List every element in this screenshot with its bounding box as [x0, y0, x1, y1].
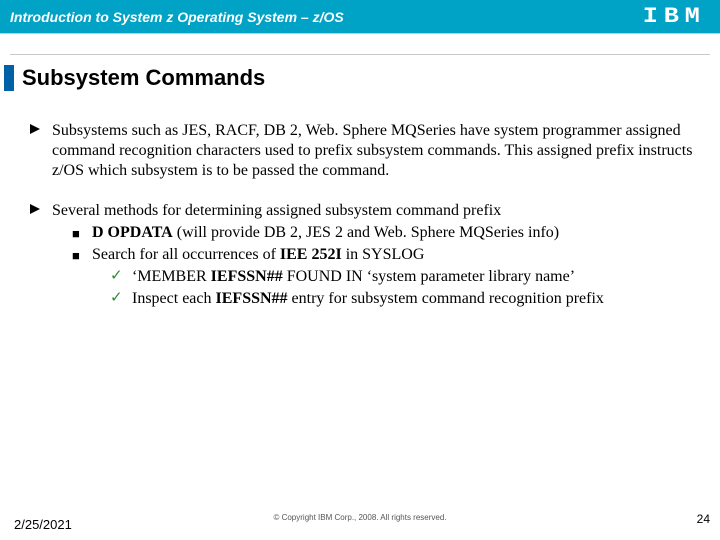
- title-accent: [4, 65, 14, 91]
- bullet-2-2: ■ Search for all occurrences of IEE 252I…: [72, 245, 700, 265]
- check-icon: ✓: [110, 289, 132, 309]
- bullet-2: Several methods for determining assigned…: [30, 201, 700, 221]
- check-icon: ✓: [110, 267, 132, 287]
- header-title: Introduction to System z Operating Syste…: [10, 9, 344, 25]
- ibm-logo-text: IBM: [643, 6, 706, 28]
- b3b-bold: IEFSSN##: [216, 290, 288, 307]
- bullet-2-2-2-text: Inspect each IEFSSN## entry for subsyste…: [132, 289, 700, 309]
- bullet-2-2-2: ✓ Inspect each IEFSSN## entry for subsys…: [110, 289, 700, 309]
- bullet-1: Subsystems such as JES, RACF, DB 2, Web.…: [30, 121, 700, 181]
- bullet-2-1-text: D OPDATA (will provide DB 2, JES 2 and W…: [92, 223, 700, 243]
- bullet-1-text: Subsystems such as JES, RACF, DB 2, Web.…: [52, 121, 700, 181]
- slide: Introduction to System z Operating Syste…: [0, 0, 720, 540]
- bullet-2-1-rest: (will provide DB 2, JES 2 and Web. Spher…: [173, 224, 559, 241]
- divider: [10, 54, 710, 55]
- content: Subsystems such as JES, RACF, DB 2, Web.…: [0, 91, 720, 309]
- b3a-bold: IEFSSN##: [211, 268, 283, 285]
- b3b-post: entry for subsystem command recognition …: [288, 290, 604, 307]
- bullet-2-text: Several methods for determining assigned…: [52, 201, 700, 221]
- square-icon: ■: [72, 223, 92, 243]
- bullet-2-2-pre: Search for all occurrences of: [92, 246, 280, 263]
- footer-copyright: © Copyright IBM Corp., 2008. All rights …: [0, 513, 720, 522]
- bullet-2-2-1: ✓ ‘MEMBER IEFSSN## FOUND IN ‘system para…: [110, 267, 700, 287]
- page-title: Subsystem Commands: [22, 65, 265, 91]
- bullet-2-1: ■ D OPDATA (will provide DB 2, JES 2 and…: [72, 223, 700, 243]
- b3b-pre: Inspect each: [132, 290, 216, 307]
- bullet-2-2-post: in SYSLOG: [342, 246, 425, 263]
- arrow-icon: [30, 121, 52, 181]
- bullet-2-2-1-text: ‘MEMBER IEFSSN## FOUND IN ‘system parame…: [132, 267, 700, 287]
- arrow-icon: [30, 201, 52, 221]
- bullet-2-2-bold: IEE 252I: [280, 246, 342, 263]
- header-bar: Introduction to System z Operating Syste…: [0, 0, 720, 34]
- title-row: Subsystem Commands: [4, 65, 720, 91]
- square-icon: ■: [72, 245, 92, 265]
- bullet-2-2-text: Search for all occurrences of IEE 252I i…: [92, 245, 700, 265]
- bullet-2-1-bold: D OPDATA: [92, 224, 173, 241]
- footer: 2/25/2021 © Copyright IBM Corp., 2008. A…: [0, 504, 720, 534]
- footer-page-number: 24: [697, 512, 710, 526]
- b3a-pre: ‘MEMBER: [132, 268, 211, 285]
- ibm-logo: IBM: [649, 6, 708, 28]
- b3a-post: FOUND IN ‘system parameter library name’: [283, 268, 575, 285]
